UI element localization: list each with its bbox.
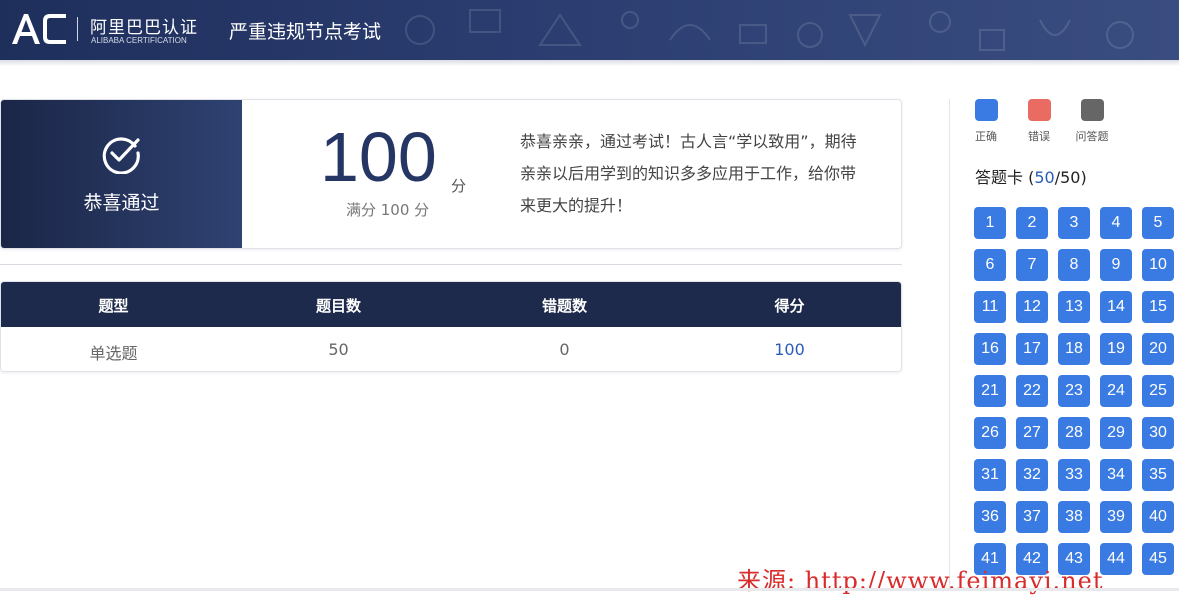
score-value: 100 bbox=[320, 118, 437, 196]
legend-wrong-swatch bbox=[1027, 99, 1051, 121]
question-button-34[interactable]: 34 bbox=[1100, 459, 1132, 491]
question-button-4[interactable]: 4 bbox=[1100, 207, 1132, 239]
full-score-label: 满分 100 分 bbox=[346, 201, 430, 219]
question-button-35[interactable]: 35 bbox=[1142, 459, 1174, 491]
legend-essay: 问答题 bbox=[1070, 99, 1114, 144]
question-button-33[interactable]: 33 bbox=[1058, 459, 1090, 491]
logo-chinese-text: 阿里巴巴认证 bbox=[90, 18, 198, 38]
question-button-16[interactable]: 16 bbox=[974, 333, 1006, 365]
question-button-25[interactable]: 25 bbox=[1142, 375, 1174, 407]
question-button-38[interactable]: 38 bbox=[1058, 501, 1090, 533]
question-button-8[interactable]: 8 bbox=[1058, 249, 1090, 281]
answer-card-label: 答题卡 bbox=[975, 168, 1024, 187]
section-divider bbox=[0, 264, 902, 265]
cell-wrong-count: 0 bbox=[559, 340, 570, 359]
question-button-18[interactable]: 18 bbox=[1058, 333, 1090, 365]
question-button-37[interactable]: 37 bbox=[1016, 501, 1048, 533]
question-button-14[interactable]: 14 bbox=[1100, 291, 1132, 323]
cell-question-type: 单选题 bbox=[89, 344, 138, 363]
congrats-message: 恭喜亲亲，通过考试！古人言“学以致用”，期待亲亲以后用学到的知识多多应用于工作，… bbox=[520, 132, 857, 215]
logo-english-text: ALIBABA CERTIFICATION bbox=[91, 36, 187, 45]
answer-card-title: 答题卡 (50/50) bbox=[975, 168, 1087, 187]
question-button-44[interactable]: 44 bbox=[1100, 543, 1132, 575]
header-score: 得分 bbox=[774, 297, 805, 315]
question-button-32[interactable]: 32 bbox=[1016, 459, 1048, 491]
legend-essay-label: 问答题 bbox=[1075, 130, 1109, 143]
header-wrong-count: 错题数 bbox=[541, 297, 587, 315]
stats-table: 题型 题目数 错题数 得分 单选题 50 0 100 bbox=[0, 281, 902, 372]
question-button-3[interactable]: 3 bbox=[1058, 207, 1090, 239]
question-button-20[interactable]: 20 bbox=[1142, 333, 1174, 365]
question-button-28[interactable]: 28 bbox=[1058, 417, 1090, 449]
question-button-5[interactable]: 5 bbox=[1142, 207, 1174, 239]
legend-correct-label: 正确 bbox=[975, 130, 997, 143]
question-button-31[interactable]: 31 bbox=[974, 459, 1006, 491]
question-button-23[interactable]: 23 bbox=[1058, 375, 1090, 407]
question-button-27[interactable]: 27 bbox=[1016, 417, 1048, 449]
question-button-15[interactable]: 15 bbox=[1142, 291, 1174, 323]
answered-count: 50 bbox=[1034, 168, 1055, 187]
question-button-45[interactable]: 45 bbox=[1142, 543, 1174, 575]
question-button-39[interactable]: 39 bbox=[1100, 501, 1132, 533]
question-button-30[interactable]: 30 bbox=[1142, 417, 1174, 449]
legend-wrong: 错误 bbox=[1017, 99, 1061, 144]
legend-essay-swatch bbox=[1080, 99, 1104, 121]
legend-correct-swatch bbox=[974, 99, 998, 121]
question-button-13[interactable]: 13 bbox=[1058, 291, 1090, 323]
top-header: 阿里巴巴认证 ALIBABA CERTIFICATION 严重违规节点考试 bbox=[0, 0, 1179, 60]
question-button-17[interactable]: 17 bbox=[1016, 333, 1048, 365]
question-button-29[interactable]: 29 bbox=[1100, 417, 1132, 449]
question-button-7[interactable]: 7 bbox=[1016, 249, 1048, 281]
logo-separator bbox=[77, 17, 78, 41]
question-button-2[interactable]: 2 bbox=[1016, 207, 1048, 239]
question-button-26[interactable]: 26 bbox=[974, 417, 1006, 449]
header-question-count: 题目数 bbox=[315, 297, 361, 315]
sidebar-divider bbox=[949, 99, 950, 591]
exam-title: 严重违规节点考试 bbox=[229, 21, 382, 43]
question-button-24[interactable]: 24 bbox=[1100, 375, 1132, 407]
cell-question-count: 50 bbox=[328, 340, 349, 359]
question-button-21[interactable]: 21 bbox=[974, 375, 1006, 407]
total-count: 50 bbox=[1060, 168, 1081, 187]
question-button-22[interactable]: 22 bbox=[1016, 375, 1048, 407]
legend-wrong-label: 错误 bbox=[1028, 130, 1050, 143]
question-button-19[interactable]: 19 bbox=[1100, 333, 1132, 365]
question-button-12[interactable]: 12 bbox=[1016, 291, 1048, 323]
stats-table-header: 题型 题目数 错题数 得分 bbox=[1, 282, 901, 327]
header-shadow bbox=[0, 60, 1179, 66]
legend-correct: 正确 bbox=[964, 99, 1008, 144]
ac-logo-icon bbox=[12, 14, 66, 44]
header-doodle-pattern bbox=[405, 9, 1134, 51]
pass-panel: 恭喜通过 bbox=[1, 100, 242, 248]
question-button-9[interactable]: 9 bbox=[1100, 249, 1132, 281]
question-button-6[interactable]: 6 bbox=[974, 249, 1006, 281]
question-button-40[interactable]: 40 bbox=[1142, 501, 1174, 533]
header-question-type: 题型 bbox=[98, 297, 129, 315]
pass-label: 恭喜通过 bbox=[83, 192, 160, 214]
question-button-10[interactable]: 10 bbox=[1142, 249, 1174, 281]
question-button-11[interactable]: 11 bbox=[974, 291, 1006, 323]
score-unit: 分 bbox=[451, 177, 467, 195]
cell-score: 100 bbox=[774, 340, 805, 359]
check-circle-icon bbox=[102, 137, 140, 174]
table-row: 单选题 50 0 100 bbox=[1, 327, 901, 371]
question-button-36[interactable]: 36 bbox=[974, 501, 1006, 533]
question-button-1[interactable]: 1 bbox=[974, 207, 1006, 239]
